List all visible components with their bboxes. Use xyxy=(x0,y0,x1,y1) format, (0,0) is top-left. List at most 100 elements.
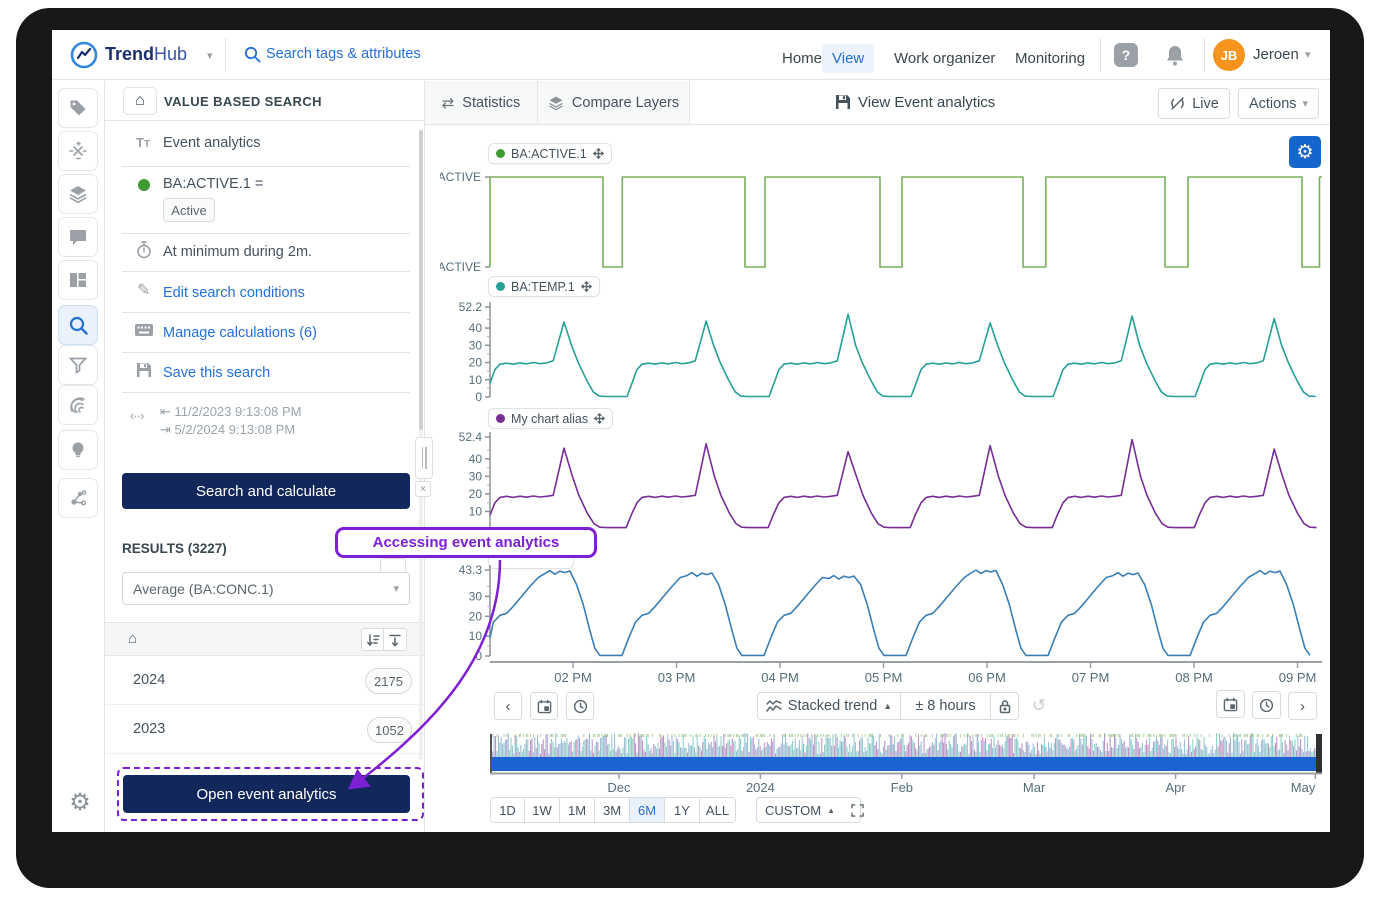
dashboard-icon xyxy=(68,270,88,290)
rail-calculations-button[interactable] xyxy=(58,131,98,171)
range-1w[interactable]: 1W xyxy=(525,797,560,823)
actions-button[interactable]: Actions ▾ xyxy=(1238,88,1319,119)
date-to[interactable]: ⇥ 5/2/2024 9:13:08 PM xyxy=(160,422,295,438)
sort-order-button[interactable] xyxy=(361,628,384,651)
live-label: Live xyxy=(1192,96,1219,112)
calendar-right-button[interactable] xyxy=(1216,690,1245,718)
window-duration-button[interactable]: ± 8 hours xyxy=(901,692,991,720)
rail-filter-button[interactable] xyxy=(58,345,98,385)
series-label: BA:ACTIVE.1 xyxy=(511,147,587,161)
analytics-title[interactable]: Event analytics xyxy=(163,135,261,151)
toolbar-border xyxy=(425,124,1330,125)
chart-settings-button[interactable]: ⚙ xyxy=(1289,136,1321,168)
help-icon[interactable]: ? xyxy=(1114,43,1138,67)
timeline-overview[interactable] xyxy=(490,733,1322,775)
topbar-divider-2 xyxy=(1100,38,1101,72)
nav-work-organizer[interactable]: Work organizer xyxy=(884,44,1005,73)
history-button[interactable]: ↺ xyxy=(1025,692,1053,720)
chart-chip-alias[interactable]: My chart alias xyxy=(488,408,613,429)
move-icon[interactable] xyxy=(594,413,605,424)
expand-range-icon[interactable] xyxy=(851,804,864,817)
table-row[interactable]: 2024 2175 xyxy=(105,656,424,705)
series-dot xyxy=(496,414,505,423)
brand-chevron-icon[interactable]: ▾ xyxy=(207,49,213,62)
svg-text:20: 20 xyxy=(469,356,483,370)
pencil-icon: ✎ xyxy=(137,280,150,300)
range-1m[interactable]: 1M xyxy=(560,797,595,823)
nav-view[interactable]: View xyxy=(822,44,874,73)
custom-range-button[interactable]: CUSTOM ▲ xyxy=(756,797,861,823)
range-1y[interactable]: 1Y xyxy=(665,797,700,823)
condition-value-chip[interactable]: Active xyxy=(163,198,215,222)
rail-recommendations-button[interactable] xyxy=(58,430,98,470)
move-icon[interactable] xyxy=(593,148,604,159)
panel-header: ⌂ VALUE BASED SEARCH xyxy=(105,81,424,121)
svg-text:May: May xyxy=(1291,780,1316,795)
tab-compare-layers[interactable]: Compare Layers xyxy=(538,81,690,124)
duration-label[interactable]: At minimum during 2m. xyxy=(163,244,312,260)
range-all[interactable]: ALL xyxy=(700,797,736,823)
home-button[interactable]: ⌂ xyxy=(123,87,157,115)
sort-value-button[interactable] xyxy=(384,628,407,651)
svg-text:08 PM: 08 PM xyxy=(1175,670,1213,685)
lock-button[interactable] xyxy=(991,692,1019,720)
range-1d[interactable]: 1D xyxy=(490,797,525,823)
calendar-left-button[interactable] xyxy=(530,692,558,720)
aggregate-select[interactable]: Average (BA:CONC.1) ▾ xyxy=(122,572,410,605)
row-label: 2024 xyxy=(133,672,165,688)
avatar[interactable]: JB xyxy=(1213,39,1245,71)
layers-icon xyxy=(68,184,88,204)
view-save-icon xyxy=(835,94,851,110)
panel-close-button[interactable]: × xyxy=(415,481,431,497)
brand-name[interactable]: TrendHub xyxy=(105,44,187,65)
svg-text:52.4: 52.4 xyxy=(459,430,483,444)
nav-monitoring[interactable]: Monitoring xyxy=(1005,44,1095,73)
topbar: TrendHub ▾ Search tags & attributes Home… xyxy=(52,30,1330,80)
splitter-handle[interactable] xyxy=(415,437,433,479)
move-icon[interactable] xyxy=(581,281,592,292)
search-input[interactable]: Search tags & attributes xyxy=(266,46,421,62)
trend-type-select[interactable]: Stacked trend ▲ xyxy=(757,692,901,720)
pan-left-button[interactable]: ‹ xyxy=(494,692,522,720)
panel-scrollbar-thumb[interactable] xyxy=(419,130,423,430)
tab-statistics[interactable]: ⇄ Statistics xyxy=(425,81,538,124)
search-and-calculate-button[interactable]: Search and calculate xyxy=(122,473,410,509)
pan-right-button[interactable]: › xyxy=(1288,692,1317,720)
notifications-bell-icon[interactable] xyxy=(1164,43,1186,67)
user-chevron-icon[interactable]: ▾ xyxy=(1305,48,1311,61)
brand-logo-icon xyxy=(70,41,98,69)
condition-tag-label[interactable]: BA:ACTIVE.1 = xyxy=(163,176,263,192)
settings-gear-icon[interactable]: ⚙ xyxy=(60,782,100,822)
manage-calculations-link[interactable]: Manage calculations (6) xyxy=(163,325,317,341)
results-table-header: ⌂ xyxy=(105,622,424,656)
save-search-link[interactable]: Save this search xyxy=(163,365,270,381)
rail-dashboard-button[interactable] xyxy=(58,260,98,300)
edit-conditions-link[interactable]: Edit search conditions xyxy=(163,285,305,301)
chart-chip-temp[interactable]: BA:TEMP.1 xyxy=(488,276,600,297)
chart-chip-active[interactable]: BA:ACTIVE.1 xyxy=(488,143,612,164)
open-event-analytics-button[interactable]: Open event analytics xyxy=(123,775,410,813)
table-row[interactable]: 2023 1052 xyxy=(105,705,424,754)
time-axis: 02 PM03 PM04 PM05 PM06 PM07 PM08 PM09 PM xyxy=(440,655,1330,689)
date-from[interactable]: ⇤ 11/2/2023 9:13:08 PM xyxy=(160,404,301,420)
range-3m[interactable]: 3M xyxy=(595,797,630,823)
trend-chart-active[interactable]: ACTIVEINACTIVE xyxy=(440,165,1326,279)
trend-chart-conc[interactable]: 43.33020100 xyxy=(440,563,1326,665)
fingerprint-icon xyxy=(68,395,88,415)
clock-right-button[interactable] xyxy=(1252,691,1281,719)
range-6m[interactable]: 6M xyxy=(630,797,665,823)
trend-chart-temp[interactable]: 52.2403020100 xyxy=(440,300,1326,402)
rail-layers-button[interactable] xyxy=(58,174,98,214)
svg-text:ACTIVE: ACTIVE xyxy=(440,170,481,184)
rail-comments-button[interactable] xyxy=(58,217,98,257)
rail-tags-button[interactable] xyxy=(58,88,98,128)
user-name[interactable]: Jeroen xyxy=(1253,46,1299,63)
clock-left-button[interactable] xyxy=(566,692,594,720)
network-icon xyxy=(68,488,88,508)
actions-label: Actions xyxy=(1249,96,1297,112)
rail-fingerprint-button[interactable] xyxy=(58,385,98,425)
rail-ml-button[interactable] xyxy=(58,478,98,518)
rail-search-button[interactable] xyxy=(58,305,98,345)
live-button[interactable]: Live xyxy=(1158,88,1230,119)
trend-chart-alias[interactable]: 52.440302010 xyxy=(440,430,1326,536)
